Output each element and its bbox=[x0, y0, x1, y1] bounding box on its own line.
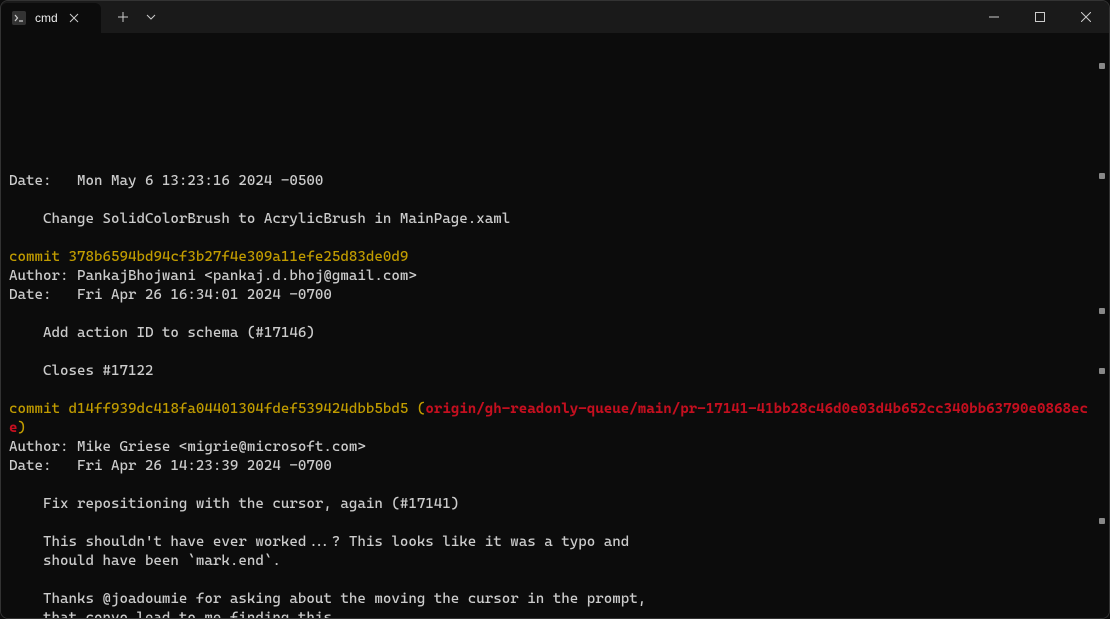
commit-line: commit 378b6594bd94cf3b27f4e309a11efe25d… bbox=[9, 249, 408, 265]
scrollbar-thumb[interactable] bbox=[1099, 63, 1105, 69]
terminal-output: Date: Mon May 6 13:23:16 2024 -0500 Chan… bbox=[9, 172, 1101, 618]
terminal-viewport[interactable]: Date: Mon May 6 13:23:16 2024 -0500 Chan… bbox=[1, 33, 1109, 618]
log-line: Date: Fri Apr 26 16:34:01 2024 -0700 bbox=[9, 287, 332, 303]
log-line: This shouldn't have ever worked...? This… bbox=[9, 534, 629, 550]
scrollbar-thumb[interactable] bbox=[1099, 518, 1105, 524]
log-line: Author: Mike Griese <migrie@microsoft.co… bbox=[9, 439, 366, 455]
maximize-button[interactable] bbox=[1017, 1, 1063, 33]
log-line: Closes #17122 bbox=[9, 363, 153, 379]
log-line: Author: PankajBhojwani <pankaj.d.bhoj@gm… bbox=[9, 268, 417, 284]
titlebar: cmd bbox=[1, 1, 1109, 33]
scrollbar-thumb[interactable] bbox=[1099, 368, 1105, 374]
log-line: Date: Fri Apr 26 14:23:39 2024 -0700 bbox=[9, 458, 332, 474]
tab-title: cmd bbox=[35, 11, 58, 25]
log-line: Fix repositioning with the cursor, again… bbox=[9, 496, 459, 512]
log-line: that convo lead to me finding this. bbox=[9, 610, 340, 618]
minimize-button[interactable] bbox=[971, 1, 1017, 33]
scrollbar-thumb[interactable] bbox=[1099, 308, 1105, 314]
commit-line: commit d14ff939dc418fa04401304fdef539424… bbox=[9, 401, 1088, 436]
log-line: should have been `mark.end`. bbox=[9, 553, 281, 569]
new-tab-dropdown[interactable] bbox=[141, 3, 161, 31]
log-line: Change SolidColorBrush to AcrylicBrush i… bbox=[9, 211, 510, 227]
new-tab-button[interactable] bbox=[109, 3, 137, 31]
titlebar-drag-area[interactable] bbox=[169, 1, 971, 33]
window-controls bbox=[971, 1, 1109, 33]
terminal-window: cmd bbox=[0, 0, 1110, 619]
new-tab-area bbox=[101, 1, 169, 33]
cmd-icon bbox=[11, 10, 27, 26]
scrollbar-thumb[interactable] bbox=[1099, 173, 1105, 179]
tab-close-button[interactable] bbox=[66, 10, 82, 26]
close-button[interactable] bbox=[1063, 1, 1109, 33]
tab-active[interactable]: cmd bbox=[1, 3, 101, 33]
log-line: Date: Mon May 6 13:23:16 2024 -0500 bbox=[9, 173, 323, 189]
log-line: Thanks @joadoumie for asking about the m… bbox=[9, 591, 646, 607]
log-line: Add action ID to schema (#17146) bbox=[9, 325, 315, 341]
